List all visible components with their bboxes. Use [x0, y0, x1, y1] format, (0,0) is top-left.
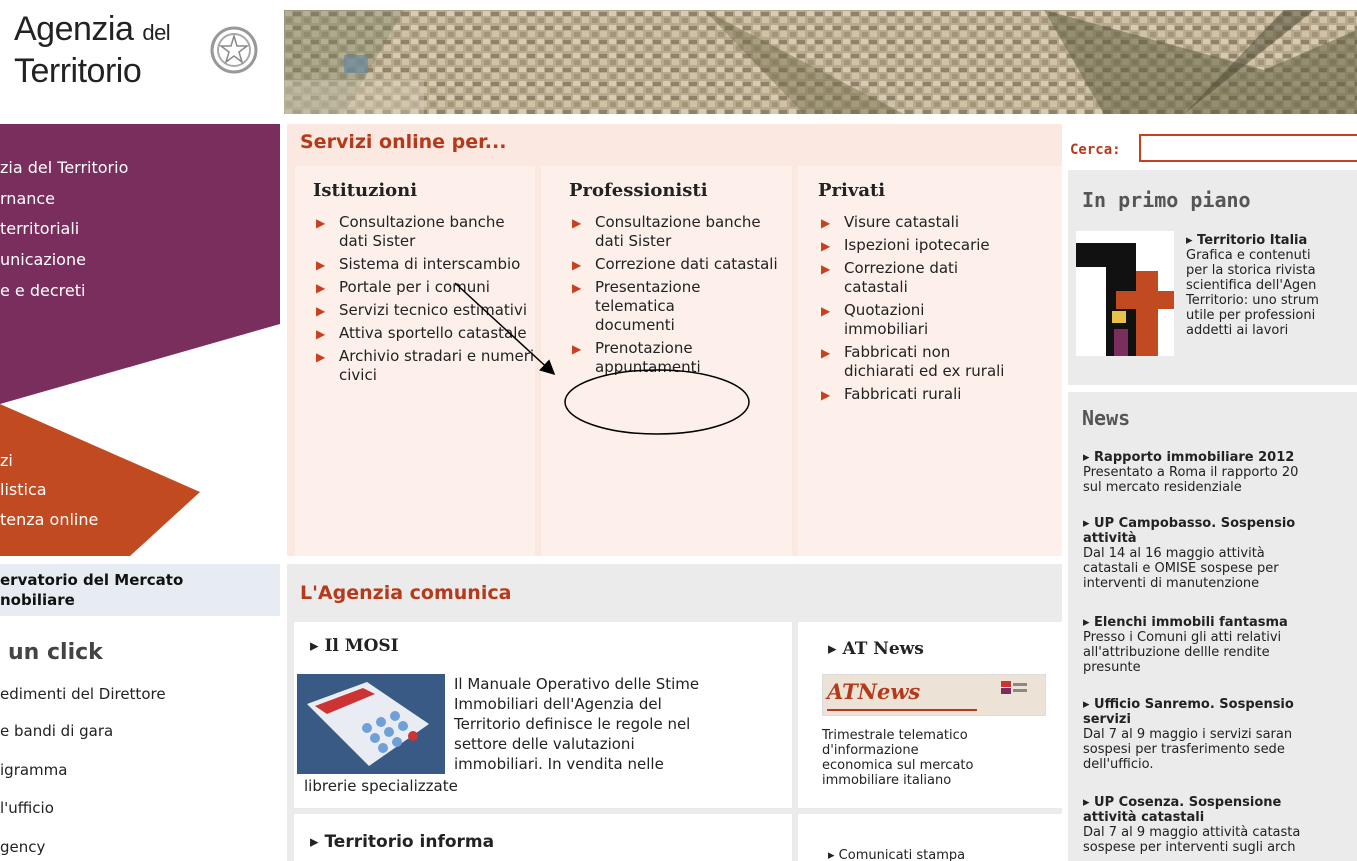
atnews-title[interactable]: ▸ AT News [828, 639, 924, 659]
privati-service-list: ▶ Visure catastali ▶ Ispezioni ipotecarie … [798, 201, 1028, 404]
un-click-heading: un click [8, 640, 103, 665]
agency-mini-logo-icon [1001, 681, 1027, 694]
bullet-arrow-icon: ▶ [316, 327, 326, 341]
mosi-description: Il Manuale Operativo delle Stime Immobil… [454, 675, 700, 773]
logo-word-territorio: Territorio [14, 52, 142, 90]
bullet-arrow-icon: ▶ [572, 216, 582, 230]
mosi-book-cover-image[interactable] [297, 674, 445, 774]
service-link[interactable]: ▶ Fabbricati rurali [818, 385, 1028, 404]
un-click-item-organigramma[interactable]: igramma [0, 761, 67, 779]
bullet-arrow-icon: ▶ [821, 388, 831, 402]
mosi-title[interactable]: ▸ Il MOSI [310, 636, 399, 656]
bullet-arrow-icon: ▶ [316, 304, 326, 318]
service-link[interactable]: ▶ Correzione dati catastali [818, 259, 998, 297]
bullet-arrow-icon: ▶ [821, 304, 831, 318]
service-link[interactable]: ▶ Servizi tecnico estimativi [313, 301, 535, 320]
comunicati-panel: ▸ Comunicati stampa [798, 814, 1062, 861]
left-nav-item-agenzia[interactable]: zia del Territorio [0, 158, 128, 177]
left-nav-item-leggi-decreti[interactable]: e e decreti [0, 281, 85, 300]
bullet-arrow-icon: ▶ [316, 350, 326, 364]
territorio-italia-item[interactable]: ▸ Territorio Italia Grafica e contenuti … [1186, 233, 1357, 338]
servizi-column-professionisti: Professionisti ▶ Consultazione banche dat… [541, 166, 792, 556]
bullet-arrow-icon: ▶ [316, 281, 326, 295]
column-title-privati: Privati [818, 180, 886, 201]
atnews-logo-banner[interactable]: ATNews [822, 674, 1046, 716]
service-link[interactable]: ▶ Visure catastali [818, 213, 1028, 232]
comunicati-stampa-link[interactable]: ▸ Comunicati stampa [828, 848, 965, 861]
bullet-arrow-icon: ▶ [572, 342, 582, 356]
left-nav-item-servizi[interactable]: zi [0, 451, 13, 470]
un-click-item-agency[interactable]: gency [0, 838, 45, 856]
istituzioni-service-list: ▶ Consultazione banche dati Sister ▶ Siste… [295, 201, 535, 385]
service-link[interactable]: ▶ Quotazioni immobiliari [818, 301, 988, 339]
osservatorio-line2: nobiliare [0, 591, 75, 609]
service-link[interactable]: ▶ Fabbricati non dichiarati ed ex rurali [818, 343, 1008, 381]
bullet-arrow-icon: ▶ [316, 258, 326, 272]
search-input[interactable] [1139, 134, 1357, 162]
service-link[interactable]: ▶ Correzione dati catastali [569, 255, 781, 274]
osservatorio-line1: ervatorio del Mercato [0, 571, 184, 589]
bullet-arrow-icon: ▶ [316, 216, 326, 230]
territorio-italia-title: ▸ Territorio Italia [1186, 233, 1308, 248]
news-item[interactable]: ▸ UP Campobasso. Sospensio attività Dal … [1083, 516, 1357, 591]
city-aerial-banner-image [284, 10, 1357, 114]
left-nav-item-governance[interactable]: rnance [0, 189, 55, 208]
service-link[interactable]: ▶ Consultazione banche dati Sister [313, 213, 535, 251]
bullet-arrow-icon: ▶ [821, 239, 831, 253]
service-link[interactable]: ▶ Consultazione banche dati Sister [569, 213, 781, 251]
bullet-arrow-icon: ▶ [572, 258, 582, 272]
atnews-description: Trimestrale telematico d'informazione ec… [822, 728, 974, 788]
news-item[interactable]: ▸ Ufficio Sanremo. Sospensio servizi Dal… [1083, 697, 1357, 772]
servizi-column-privati: Privati ▶ Visure catastali ▶ Ispezioni ipo… [798, 166, 1062, 556]
atnews-logo-underline [827, 709, 977, 711]
territorio-italia-logo-image[interactable] [1076, 231, 1174, 356]
column-title-professionisti: Professionisti [569, 180, 708, 201]
left-nav-item-assistenza-online[interactable]: tenza online [0, 510, 98, 529]
in-primo-piano-title: In primo piano [1082, 188, 1251, 212]
territorio-informa-panel: ▸ Territorio informa [294, 814, 792, 861]
mosi-description-last: librerie specializzate [304, 777, 458, 795]
logo-word-agenzia: Agenzia [14, 10, 134, 48]
service-link[interactable]: ▶ Archivio stradari e numeri civici [313, 347, 535, 385]
servizi-online-title: Servizi online per... [300, 131, 507, 153]
osservatorio-mercato-link[interactable]: ervatorio del Mercato nobiliare [0, 564, 280, 616]
service-link[interactable]: ▶ Portale per i comuni [313, 278, 535, 297]
service-link[interactable]: ▶ Ispezioni ipotecarie [818, 236, 1028, 255]
atnews-logo-text: ATNews [827, 679, 921, 704]
bullet-arrow-icon: ▶ [572, 281, 582, 295]
search-label: Cerca: [1070, 142, 1121, 158]
bullet-arrow-icon: ▶ [821, 216, 831, 230]
bullet-arrow-icon: ▶ [821, 262, 831, 276]
service-link-prenotazione-appuntamenti[interactable]: ▶ Prenotazione appuntamenti [569, 339, 729, 377]
servizi-column-istituzioni: Istituzioni ▶ Consultazione banche dati S… [295, 166, 535, 556]
left-nav-item-modulistica[interactable]: listica [0, 480, 47, 499]
left-nav-item-comunicazione[interactable]: unicazione [0, 250, 86, 269]
atnews-panel: ▸ AT News ATNews Trimestrale telematico … [798, 622, 1062, 808]
un-click-item-bandi-gara[interactable]: e bandi di gara [0, 722, 113, 740]
service-link[interactable]: ▶ Attiva sportello catastale [313, 324, 535, 343]
agency-logo-text[interactable]: Agenzia del Territorio [14, 10, 171, 90]
news-item[interactable]: ▸ Rapporto immobiliare 2012 Presentato a… [1083, 450, 1357, 495]
left-nav-item-uffici-territoriali[interactable]: territoriali [0, 219, 79, 238]
news-item[interactable]: ▸ Elenchi immobili fantasma Presso i Com… [1083, 615, 1357, 675]
professionisti-service-list: ▶ Consultazione banche dati Sister ▶ Corre… [541, 201, 781, 377]
news-item[interactable]: ▸ UP Cosenza. Sospensione attività catas… [1083, 795, 1357, 855]
territorio-informa-title[interactable]: ▸ Territorio informa [310, 832, 494, 852]
logo-word-del: del [142, 20, 171, 45]
news-title: News [1082, 406, 1131, 430]
service-link[interactable]: ▶ Sistema di interscambio [313, 255, 535, 274]
un-click-item-trova-ufficio[interactable]: l'ufficio [0, 799, 54, 817]
un-click-item-provvedimenti[interactable]: edimenti del Direttore [0, 685, 166, 703]
service-link[interactable]: ▶ Presentazione telematica documenti [569, 278, 709, 335]
bullet-arrow-icon: ▶ [821, 346, 831, 360]
mosi-panel: ▸ Il MOSI Il Manuale Operativo delle Sti… [294, 622, 792, 808]
republic-emblem-icon [210, 26, 258, 74]
column-title-istituzioni: Istituzioni [313, 180, 418, 201]
agenzia-comunica-title: L'Agenzia comunica [300, 582, 512, 604]
